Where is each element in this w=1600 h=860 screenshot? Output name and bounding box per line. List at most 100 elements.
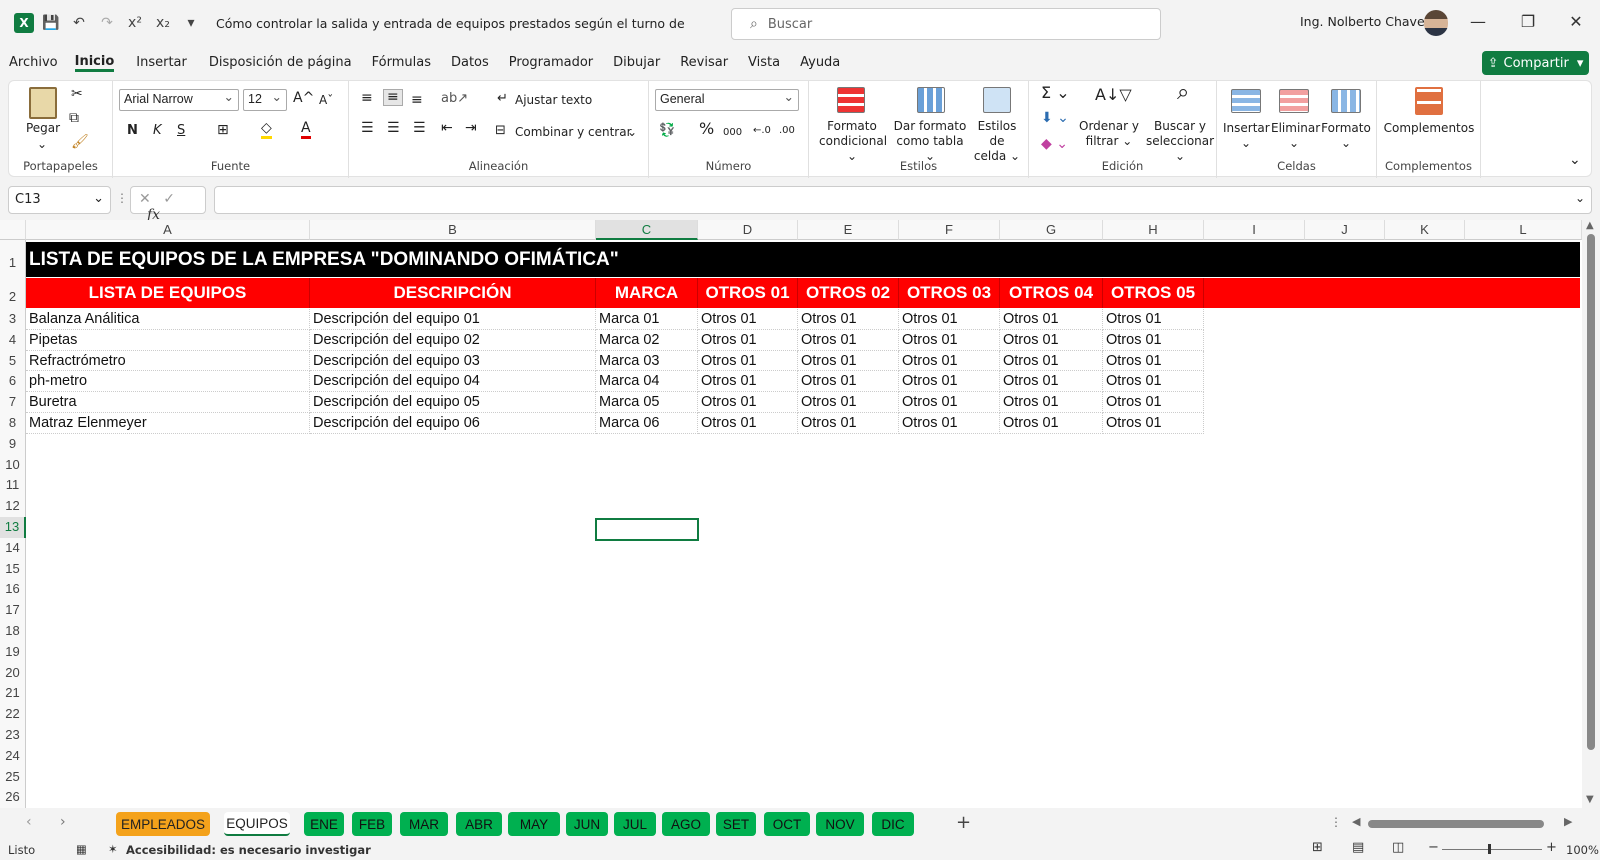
- data-cell[interactable]: Otros 01: [1000, 392, 1103, 413]
- conditional-format-button[interactable]: Formato condicional ⌄: [819, 119, 887, 164]
- enter-icon[interactable]: ✓: [163, 191, 175, 207]
- close-icon[interactable]: ✕: [1564, 12, 1588, 31]
- row-header-2[interactable]: 2: [0, 277, 26, 309]
- sheet-tab-set[interactable]: SET: [716, 812, 756, 836]
- cell-styles-button[interactable]: Estilos de celda ⌄: [969, 119, 1025, 164]
- chevron-down-icon[interactable]: ⌄: [627, 125, 637, 140]
- zoom-level[interactable]: 100%: [1566, 843, 1599, 857]
- sheet-tab-dic[interactable]: DIC: [872, 812, 914, 836]
- row-header-22[interactable]: 22: [0, 704, 26, 725]
- header-cell[interactable]: MARCA: [596, 278, 698, 308]
- vertical-scrollbar[interactable]: ▲ ▼: [1582, 220, 1600, 808]
- data-cell[interactable]: Otros 01: [899, 329, 1000, 351]
- data-cell[interactable]: Otros 01: [798, 413, 899, 434]
- insert-cells-icon[interactable]: [1231, 89, 1261, 113]
- expand-formula-icon[interactable]: ⌄: [1575, 191, 1585, 205]
- row-header-3[interactable]: 3: [0, 309, 26, 330]
- row-header-7[interactable]: 7: [0, 392, 26, 413]
- data-cell[interactable]: Otros 01: [698, 371, 798, 393]
- row-header-18[interactable]: 18: [0, 621, 26, 642]
- sort-filter-button[interactable]: Ordenar y filtrar ⌄: [1079, 119, 1139, 149]
- zoom-in-icon[interactable]: +: [1546, 840, 1557, 855]
- row-header-6[interactable]: 6: [0, 371, 26, 393]
- paste-button[interactable]: Pegar: [23, 121, 63, 136]
- cut-icon[interactable]: ✂: [71, 87, 83, 102]
- data-cell[interactable]: Otros 01: [1103, 371, 1204, 393]
- row-header-5[interactable]: 5: [0, 350, 26, 372]
- data-cell[interactable]: Marca 04: [596, 371, 698, 393]
- data-cell[interactable]: Balanza Análitica: [26, 309, 310, 330]
- merge-center-button[interactable]: Combinar y centrar: [515, 125, 632, 140]
- save-icon[interactable]: 💾: [40, 11, 62, 35]
- row-header-20[interactable]: 20: [0, 662, 26, 684]
- undo-icon[interactable]: ↶: [68, 11, 90, 35]
- data-cell[interactable]: Otros 01: [899, 392, 1000, 413]
- data-cell[interactable]: Pipetas: [26, 329, 310, 351]
- decrease-font-icon[interactable]: Aˇ: [319, 93, 333, 108]
- data-cell[interactable]: Otros 01: [899, 350, 1000, 372]
- data-cell[interactable]: Descripción del equipo 02: [310, 329, 596, 351]
- row-header-8[interactable]: 8: [0, 413, 26, 434]
- data-cell[interactable]: ph-metro: [26, 371, 310, 393]
- align-top-icon[interactable]: ≡: [361, 91, 373, 106]
- sheet-title-cell[interactable]: LISTA DE EQUIPOS DE LA EMPRESA "DOMINAND…: [26, 242, 1580, 277]
- tab-ayuda[interactable]: Ayuda: [800, 53, 840, 72]
- data-cell[interactable]: Marca 06: [596, 413, 698, 434]
- row-header-16[interactable]: 16: [0, 579, 26, 601]
- data-cell[interactable]: Otros 01: [798, 329, 899, 351]
- data-cell[interactable]: Descripción del equipo 04: [310, 371, 596, 393]
- thousands-icon[interactable]: 000: [723, 125, 742, 140]
- data-cell[interactable]: Otros 01: [698, 413, 798, 434]
- minimize-icon[interactable]: —: [1466, 12, 1490, 31]
- format-as-table-icon[interactable]: [917, 87, 945, 113]
- data-cell[interactable]: Otros 01: [1000, 309, 1103, 330]
- tab-disposicion[interactable]: Disposición de página: [209, 53, 352, 72]
- addins-button[interactable]: Complementos: [1381, 121, 1477, 136]
- tab-revisar[interactable]: Revisar: [680, 53, 728, 72]
- format-painter-icon[interactable]: 🖌: [71, 135, 89, 150]
- data-cell[interactable]: Otros 01: [698, 350, 798, 372]
- data-cell[interactable]: Otros 01: [1103, 350, 1204, 372]
- row-header-17[interactable]: 17: [0, 600, 26, 621]
- align-right-icon[interactable]: ☰: [413, 121, 426, 136]
- data-cell[interactable]: Otros 01: [899, 371, 1000, 393]
- addins-icon[interactable]: [1415, 87, 1443, 115]
- scroll-down-icon[interactable]: ▼: [1586, 794, 1594, 805]
- active-cell-selection[interactable]: [595, 518, 699, 541]
- accessibility-status[interactable]: Accesibilidad: es necesario investigar: [126, 843, 371, 857]
- data-cell[interactable]: Otros 01: [798, 371, 899, 393]
- zoom-out-icon[interactable]: −: [1428, 840, 1439, 855]
- paste-icon[interactable]: [29, 87, 57, 119]
- zoom-slider-thumb[interactable]: [1488, 844, 1491, 854]
- data-cell[interactable]: Otros 01: [1103, 392, 1204, 413]
- autosum-icon[interactable]: Σ ⌄: [1041, 85, 1070, 101]
- header-cell[interactable]: OTROS 05: [1103, 278, 1204, 308]
- data-cell[interactable]: Matraz Elenmeyer: [26, 413, 310, 434]
- row-header-23[interactable]: 23: [0, 725, 26, 746]
- macro-record-icon[interactable]: ▦: [76, 842, 87, 856]
- tab-insertar[interactable]: Insertar: [136, 53, 187, 72]
- scrollbar-thumb[interactable]: [1587, 234, 1595, 750]
- row-header-24[interactable]: 24: [0, 745, 26, 767]
- data-cell[interactable]: Otros 01: [1103, 309, 1204, 330]
- column-header-c[interactable]: C: [596, 220, 698, 240]
- data-cell[interactable]: Otros 01: [798, 392, 899, 413]
- format-cells-icon[interactable]: [1331, 89, 1361, 113]
- collapse-ribbon-icon[interactable]: ⌄: [1569, 153, 1581, 168]
- data-cell[interactable]: Otros 01: [1103, 329, 1204, 351]
- tab-programador[interactable]: Programador: [509, 53, 593, 72]
- sheet-tab-jul[interactable]: JUL: [614, 812, 656, 836]
- cell-styles-icon[interactable]: [983, 87, 1011, 113]
- tab-archivo[interactable]: Archivo: [9, 53, 58, 72]
- sheet-tab-oct[interactable]: OCT: [764, 812, 810, 836]
- add-sheet-icon[interactable]: +: [956, 812, 971, 833]
- conditional-format-icon[interactable]: [837, 87, 865, 113]
- column-header-a[interactable]: A: [26, 220, 310, 240]
- restore-icon[interactable]: ❐: [1516, 12, 1540, 31]
- data-cell[interactable]: Otros 01: [1000, 350, 1103, 372]
- copy-icon[interactable]: ⧉: [69, 111, 79, 126]
- data-cell[interactable]: Refractrómetro: [26, 350, 310, 372]
- select-all-corner[interactable]: [0, 220, 26, 240]
- tab-vista[interactable]: Vista: [748, 53, 780, 72]
- header-cell[interactable]: DESCRIPCIÓN: [310, 278, 596, 308]
